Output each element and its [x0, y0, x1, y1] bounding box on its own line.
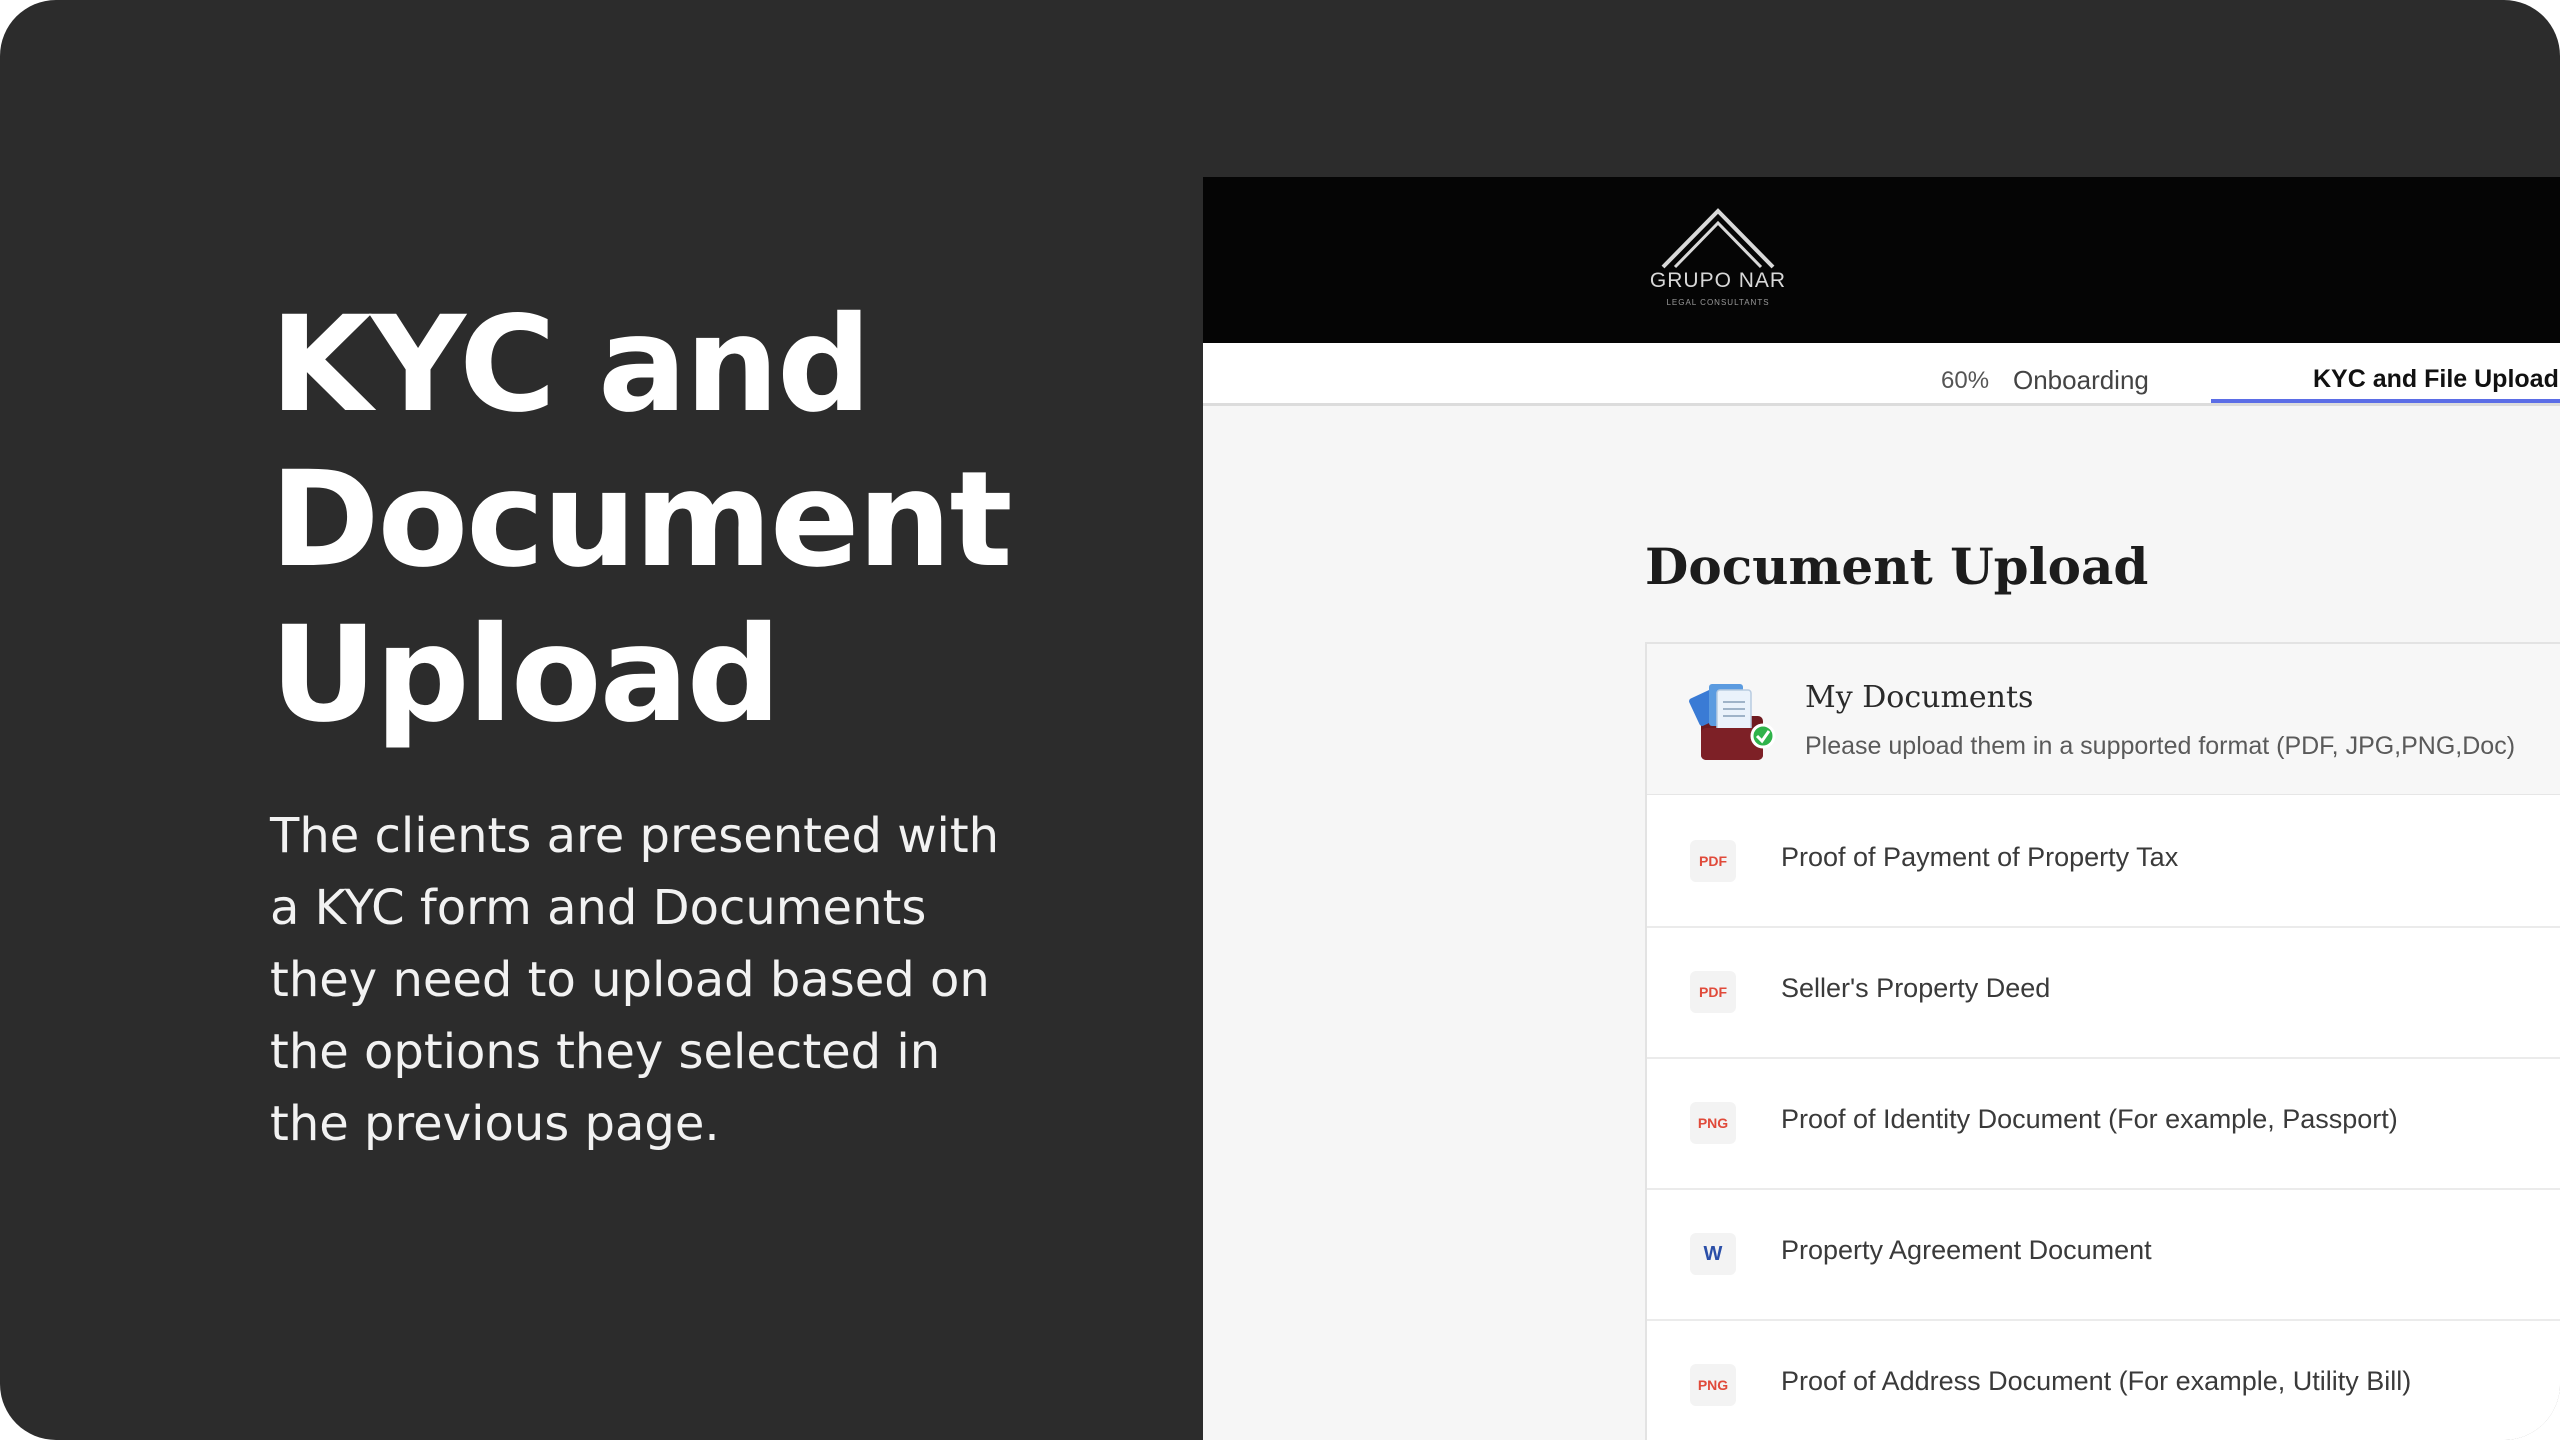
app-header: GRUPO NAR LEGAL CONSULTANTS	[1203, 177, 2560, 343]
png-file-icon: PNG	[1690, 1102, 1736, 1144]
my-documents-subtitle: Please upload them in a supported format…	[1805, 732, 2516, 760]
document-label: Proof of Payment of Property Tax	[1781, 842, 2179, 872]
document-label: Seller's Property Deed	[1781, 973, 2051, 1003]
documents-card: My Documents Please upload them in a sup…	[1645, 642, 2560, 1440]
document-row[interactable]: PDF Proof of Payment of Property Tax	[1647, 796, 2560, 928]
roof-logo-icon	[1661, 208, 1775, 269]
tab-bar: 60% Onboarding KYC and File Upload	[1203, 343, 2560, 406]
section-title: Document Upload	[1645, 537, 2149, 596]
document-row[interactable]: PNG Proof of Identity Document (For exam…	[1647, 1058, 2560, 1190]
png-file-icon: PNG	[1690, 1364, 1736, 1406]
hero-title: KYC and Document Upload	[270, 288, 1013, 752]
hero-description: The clients are presented with a KYC for…	[270, 808, 1000, 1152]
pdf-file-icon: PDF	[1690, 840, 1736, 882]
document-label: Property Agreement Document	[1781, 1235, 2152, 1265]
slide-canvas: KYC and Document Upload The clients are …	[0, 0, 2560, 1440]
tab-kyc-file-upload[interactable]: KYC and File Upload	[2211, 343, 2560, 403]
documents-folder-icon	[1689, 684, 1776, 760]
logo-wordmark: GRUPO NAR	[1649, 269, 1787, 292]
my-documents-title: My Documents	[1805, 680, 2034, 715]
my-documents-header: My Documents Please upload them in a sup…	[1647, 644, 2560, 795]
document-label: Proof of Address Document (For example, …	[1781, 1366, 2412, 1396]
logo-subtitle: LEGAL CONSULTANTS	[1666, 298, 1770, 307]
brand-logo[interactable]: GRUPO NAR LEGAL CONSULTANTS	[1643, 205, 1793, 315]
document-row[interactable]: W Property Agreement Document	[1647, 1189, 2560, 1321]
document-row[interactable]: PDF Seller's Property Deed	[1647, 927, 2560, 1059]
progress-percent: 60%	[1941, 367, 1990, 394]
document-row[interactable]: PNG Proof of Address Document (For examp…	[1647, 1320, 2560, 1440]
word-file-icon: W	[1690, 1233, 1736, 1275]
tab-onboarding[interactable]: Onboarding	[2013, 365, 2149, 396]
pdf-file-icon: PDF	[1690, 971, 1736, 1013]
tab-kyc-label: KYC and File Upload	[2313, 365, 2559, 393]
document-label: Proof of Identity Document (For example,…	[1781, 1104, 2398, 1134]
app-screenshot: GRUPO NAR LEGAL CONSULTANTS 60% Onboardi…	[1203, 177, 2560, 1440]
